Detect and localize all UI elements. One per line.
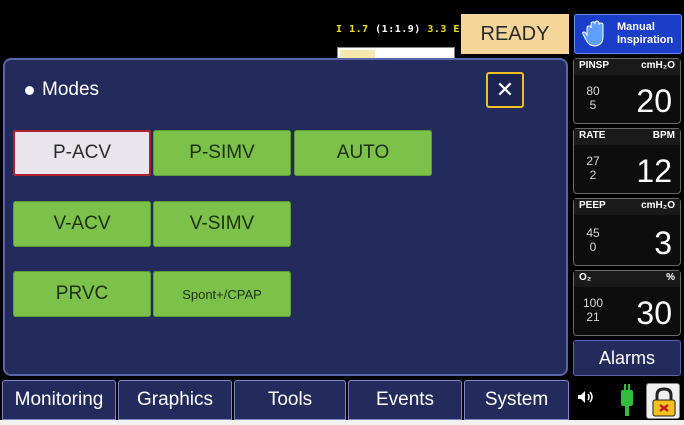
param-value: 3 [654, 225, 672, 261]
bullet-icon [25, 85, 34, 95]
panel-title: Modes [25, 79, 99, 101]
tab-tools[interactable]: Tools [234, 380, 346, 420]
mode-button-v-simv[interactable]: V-SIMV [153, 201, 291, 247]
param-header: PINSP cmH₂O [574, 59, 680, 75]
mode-button-v-acv[interactable]: V-ACV [13, 201, 151, 247]
mode-button-p-simv[interactable]: P-SIMV [153, 130, 291, 176]
param-high-limit: 45 [586, 226, 600, 240]
param-name: PEEP [579, 200, 606, 211]
screen-lock-button[interactable] [646, 383, 680, 419]
param-unit: cmH₂O [641, 200, 675, 211]
param-name: O₂ [579, 272, 592, 283]
param-peep[interactable]: PEEP cmH₂O 45 0 3 [573, 198, 681, 266]
tab-system[interactable]: System [464, 380, 569, 420]
modes-panel: Modes ✕ P-ACV P-SIMV AUTO V-ACV V-SIMV P… [3, 58, 568, 376]
mode-button-prvc[interactable]: PRVC [13, 271, 151, 317]
manual-inspiration-button[interactable]: Manual Inspiration [574, 14, 682, 54]
param-header: PEEP cmH₂O [574, 199, 680, 215]
ie-value: 1.7 [349, 24, 369, 35]
param-low-limit: 2 [589, 168, 597, 182]
param-value: 30 [636, 295, 672, 331]
close-button[interactable]: ✕ [486, 72, 524, 108]
tab-graphics[interactable]: Graphics [118, 380, 232, 420]
mode-button-p-acv[interactable]: P-ACV [13, 130, 151, 176]
param-low-limit: 0 [589, 240, 597, 254]
ready-status: READY [461, 14, 569, 54]
param-high-limit: 100 [582, 296, 604, 310]
close-icon: ✕ [495, 77, 515, 103]
param-o2[interactable]: O₂ % 100 21 30 [573, 270, 681, 336]
param-header: O₂ % [574, 271, 680, 287]
tab-events[interactable]: Events [348, 380, 462, 420]
param-unit: % [666, 272, 675, 283]
param-value: 20 [636, 83, 672, 119]
mode-button-spont-cpap[interactable]: Spont+/CPAP [153, 271, 291, 317]
manual-label-line2: Inspiration [617, 34, 674, 46]
manual-label-line1: Manual [617, 21, 655, 33]
param-header: RATE BPM [574, 129, 680, 145]
param-unit: cmH₂O [641, 60, 675, 71]
param-low-limit: 21 [586, 310, 600, 324]
ie-progress-fill [340, 50, 375, 58]
param-name: PINSP [579, 60, 610, 71]
modes-title: Modes [42, 79, 100, 100]
param-value: 12 [636, 153, 672, 189]
power-plug-icon [621, 384, 633, 416]
ie-ratio: (1:1.9) [375, 24, 421, 35]
speaker-icon[interactable] [577, 390, 595, 404]
ie-ratio-readout: I 1.7 (1:1.9) 3.3 E [336, 24, 460, 35]
lock-icon [652, 387, 676, 417]
ie-e-value: 3.3 E [427, 24, 460, 35]
param-pinsp[interactable]: PINSP cmH₂O 80 5 20 [573, 58, 681, 124]
param-rate[interactable]: RATE BPM 27 2 12 [573, 128, 681, 194]
param-unit: BPM [652, 130, 675, 141]
mode-button-auto[interactable]: AUTO [294, 130, 432, 176]
ventilator-screen: I 1.7 (1:1.9) 3.3 E READY Manual Inspira… [0, 0, 684, 420]
param-high-limit: 27 [586, 154, 600, 168]
hand-icon [582, 20, 604, 47]
param-name: RATE [579, 130, 606, 141]
param-high-limit: 80 [586, 84, 600, 98]
param-low-limit: 5 [589, 98, 597, 112]
tab-monitoring[interactable]: Monitoring [2, 380, 116, 420]
ie-marker: I [336, 24, 343, 35]
alarms-button[interactable]: Alarms [573, 340, 681, 376]
